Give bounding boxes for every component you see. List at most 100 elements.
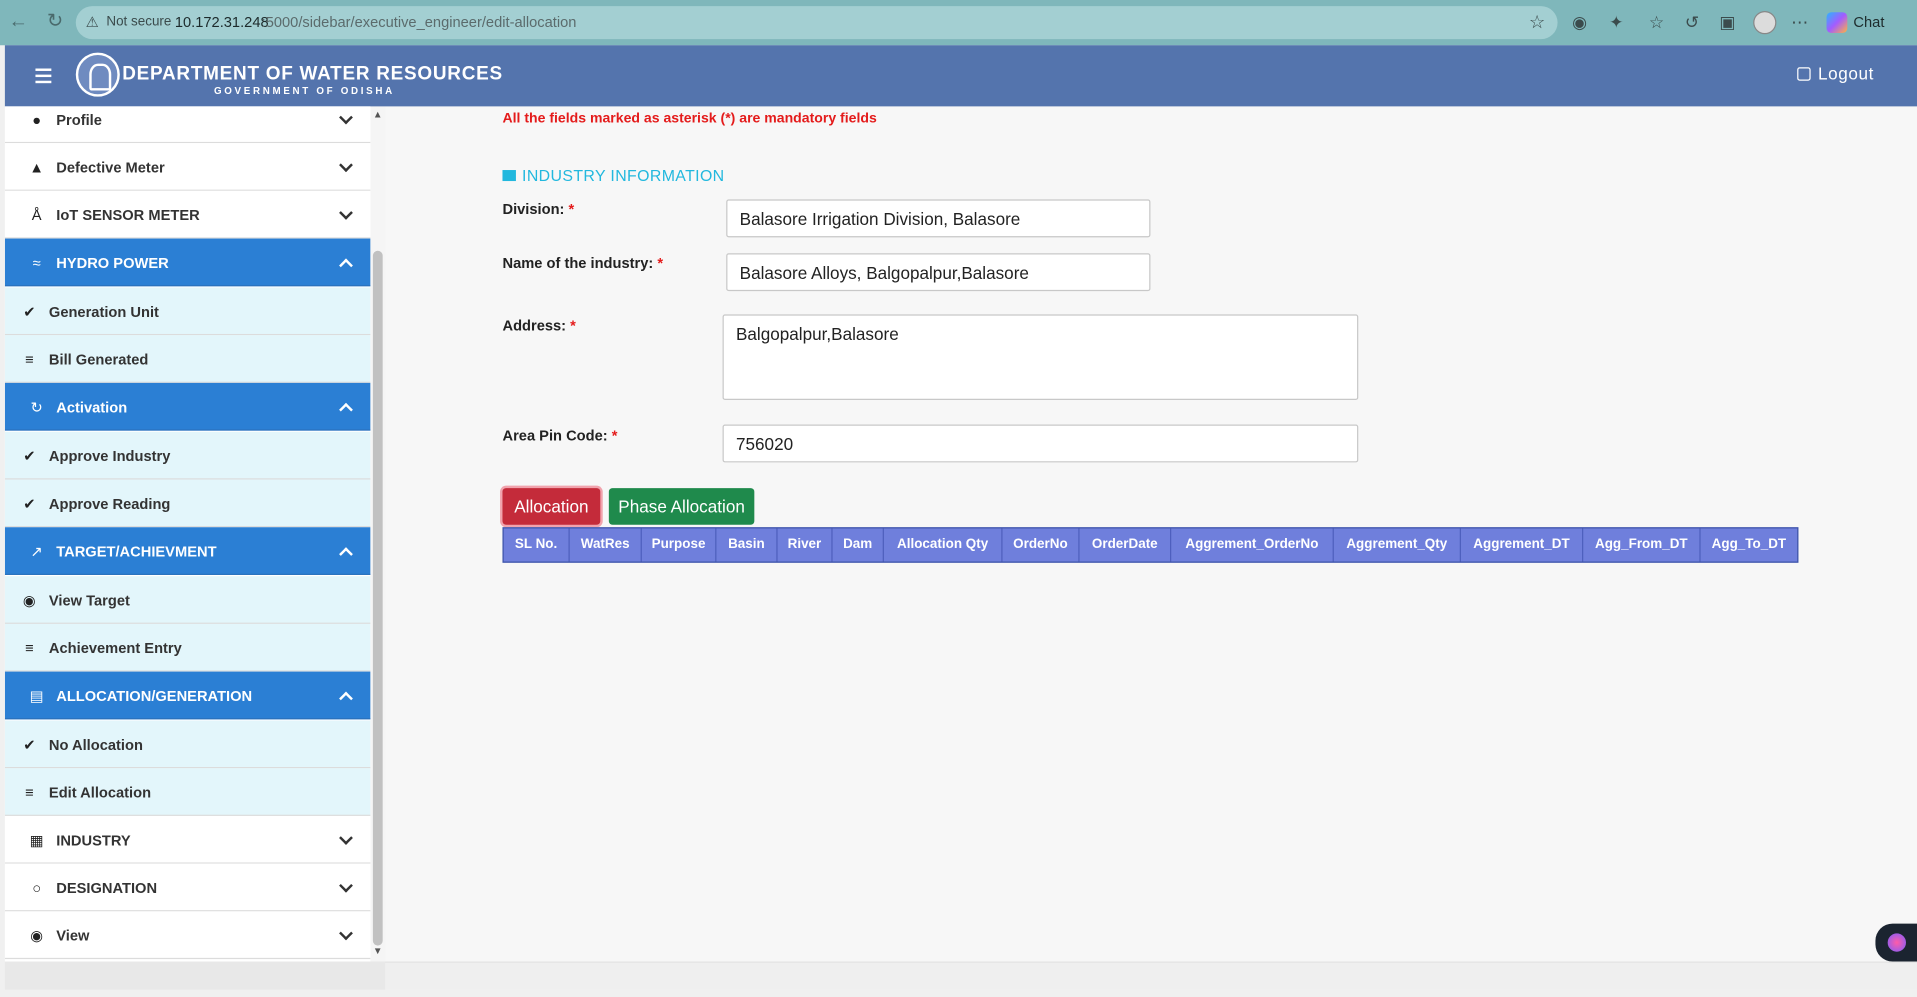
sidebar-item-designation[interactable]: ○ DESIGNATION	[4, 863, 371, 912]
allocation-button[interactable]: Allocation	[502, 488, 601, 525]
sidebar-item-label: Generation Unit	[48, 303, 159, 321]
col-orderno: OrderNo	[1003, 528, 1080, 562]
logout-button[interactable]: Logout	[1797, 64, 1874, 83]
sidebar-item-label: View	[56, 927, 90, 945]
sidebar-item-view[interactable]: ◉ View	[4, 911, 371, 960]
more-menu-icon[interactable]: ⋯	[1789, 11, 1811, 33]
viewport: ← ↻ ⚠ Not secure 10.172.31.248 :5000/sid…	[0, 0, 1917, 997]
sidebar-item-label: No Allocation	[48, 736, 143, 754]
sidebar-item-achievement-entry[interactable]: ≡ Achievement Entry	[4, 623, 371, 672]
chevron-up-icon	[339, 691, 353, 706]
app-header: DEPARTMENT OF WATER RESOURCES GOVERNMENT…	[4, 45, 1917, 107]
waves-icon: ≈	[32, 254, 41, 272]
edit-list-icon: ≡	[25, 784, 34, 802]
trending-up-icon: ↗	[30, 543, 43, 561]
sidebar: ● Profile ▲ Defective Meter Å IoT SENSOR…	[4, 106, 371, 962]
sidebar-item-target-achievment[interactable]: ↗ TARGET/ACHIEVMENT	[4, 527, 371, 575]
col-orderdate: OrderDate	[1080, 528, 1172, 562]
pin-code-label: Area Pin Code: *	[502, 426, 618, 445]
chevron-down-icon	[339, 926, 353, 941]
sensor-icon: Å	[31, 206, 42, 224]
sidebar-item-generation-unit[interactable]: ✔ Generation Unit	[4, 287, 371, 336]
main-content: All the fields marked as asterisk (*) ar…	[385, 106, 1917, 962]
chevron-down-icon	[339, 878, 353, 893]
phase-allocation-button[interactable]: Phase Allocation	[608, 488, 755, 525]
industry-name-field[interactable]: Balasore Alloys, Balgopalpur,Balasore	[726, 253, 1151, 292]
copilot-icon[interactable]: ◉	[1569, 11, 1591, 33]
sidebar-item-edit-allocation[interactable]: ≡ Edit Allocation	[4, 768, 371, 816]
required-asterisk: *	[570, 316, 576, 334]
chat-button[interactable]: Chat	[1826, 10, 1884, 34]
sidebar-item-defective-meter[interactable]: ▲ Defective Meter	[4, 143, 371, 191]
header-subtitle: GOVERNMENT OF ODISHA	[213, 85, 395, 97]
col-watres: WatRes	[570, 528, 642, 562]
division-field[interactable]: Balasore Irrigation Division, Balasore	[726, 199, 1151, 238]
industry-name-label: Name of the industry: *	[502, 254, 664, 272]
col-allocation-qty: Allocation Qty	[884, 528, 1003, 562]
address-bar[interactable]: ⚠ Not secure 10.172.31.248 :5000/sidebar…	[75, 6, 1558, 40]
scrollbar-thumb[interactable]	[372, 250, 383, 946]
sidebar-item-label: TARGET/ACHIEVMENT	[56, 543, 217, 561]
chevron-down-icon	[339, 831, 353, 845]
assistant-orb-icon	[1887, 933, 1907, 952]
building-icon: ▦	[29, 831, 44, 849]
factory-icon	[502, 170, 516, 182]
chat-logo-icon	[1826, 12, 1848, 34]
sidebar-item-approve-industry[interactable]: ✔ Approve Industry	[4, 431, 371, 480]
sidebar-item-industry[interactable]: ▦ INDUSTRY	[4, 815, 371, 864]
col-agg-from-dt: Agg_From_DT	[1583, 528, 1701, 562]
reload-icon[interactable]: ↻	[44, 11, 66, 33]
extensions-icon[interactable]: ✦	[1605, 11, 1627, 33]
required-asterisk: *	[657, 254, 664, 272]
section-title: INDUSTRY INFORMATION	[502, 166, 724, 185]
hamburger-menu-icon[interactable]	[35, 68, 52, 87]
sidebar-item-allocation-generation[interactable]: ▤ ALLOCATION/GENERATION	[4, 671, 371, 720]
logout-icon	[1797, 67, 1811, 81]
assistant-floating-button[interactable]	[1875, 923, 1917, 962]
chevron-down-icon	[339, 158, 353, 173]
sidebar-item-hydro-power[interactable]: ≈ HYDRO POWER	[4, 238, 371, 287]
sidebar-item-bill-generated[interactable]: ≡ Bill Generated	[4, 335, 371, 383]
history-icon[interactable]: ↺	[1681, 11, 1703, 33]
collections-icon[interactable]: ▣	[1717, 11, 1739, 33]
sidebar-item-label: View Target	[48, 592, 130, 610]
favorites-icon[interactable]: ☆	[1646, 11, 1668, 33]
back-arrow-icon[interactable]: ←	[7, 11, 29, 33]
required-asterisk: *	[568, 200, 575, 218]
chevron-up-icon	[339, 402, 353, 417]
sidebar-item-label: Profile	[56, 111, 102, 129]
sidebar-footer	[4, 961, 386, 990]
sidebar-scrollbar[interactable]: ▲ ▼	[370, 106, 386, 962]
check-circle-icon: ✔	[23, 495, 36, 513]
sidebar-item-approve-reading[interactable]: ✔ Approve Reading	[4, 479, 371, 528]
bookmark-star-icon[interactable]: ☆	[1529, 11, 1545, 33]
scroll-down-arrow-icon[interactable]: ▼	[373, 946, 383, 957]
edit-list-icon: ≡	[25, 351, 34, 369]
col-river: River	[778, 528, 833, 562]
col-purpose: Purpose	[642, 528, 717, 562]
edit-list-icon: ≡	[25, 639, 34, 657]
chevron-down-icon	[339, 110, 353, 125]
profile-avatar[interactable]	[1753, 11, 1777, 35]
sidebar-item-label: Edit Allocation	[48, 784, 152, 802]
address-label: Address: *	[502, 316, 576, 334]
sidebar-item-iot-sensor-meter[interactable]: Å IoT SENSOR METER	[4, 190, 371, 239]
col-agg-to-dt: Agg_To_DT	[1711, 537, 1787, 552]
sidebar-item-profile[interactable]: ● Profile	[4, 106, 371, 144]
sidebar-item-label: Bill Generated	[48, 351, 149, 369]
pin-code-field[interactable]: 756020	[722, 424, 1359, 463]
document-icon: ▤	[29, 687, 44, 705]
sidebar-item-view-target[interactable]: ◉ View Target	[4, 576, 371, 624]
sidebar-item-activation[interactable]: ↻ Activation	[4, 382, 371, 431]
browser-toolbar: ← ↻ ⚠ Not secure 10.172.31.248 :5000/sid…	[0, 0, 1917, 46]
sidebar-item-no-allocation[interactable]: ✔ No Allocation	[4, 720, 371, 769]
chevron-up-icon	[339, 258, 353, 273]
scroll-up-arrow-icon[interactable]: ▲	[373, 109, 383, 120]
person-icon: ●	[32, 111, 42, 129]
sidebar-item-label: INDUSTRY	[56, 831, 131, 849]
check-circle-icon: ✔	[23, 736, 36, 754]
col-dam: Dam	[833, 528, 884, 562]
odisha-emblem-logo	[75, 52, 120, 97]
address-textarea[interactable]: Balgopalpur,Balasore	[722, 314, 1359, 401]
warning-icon: ▲	[29, 159, 44, 177]
